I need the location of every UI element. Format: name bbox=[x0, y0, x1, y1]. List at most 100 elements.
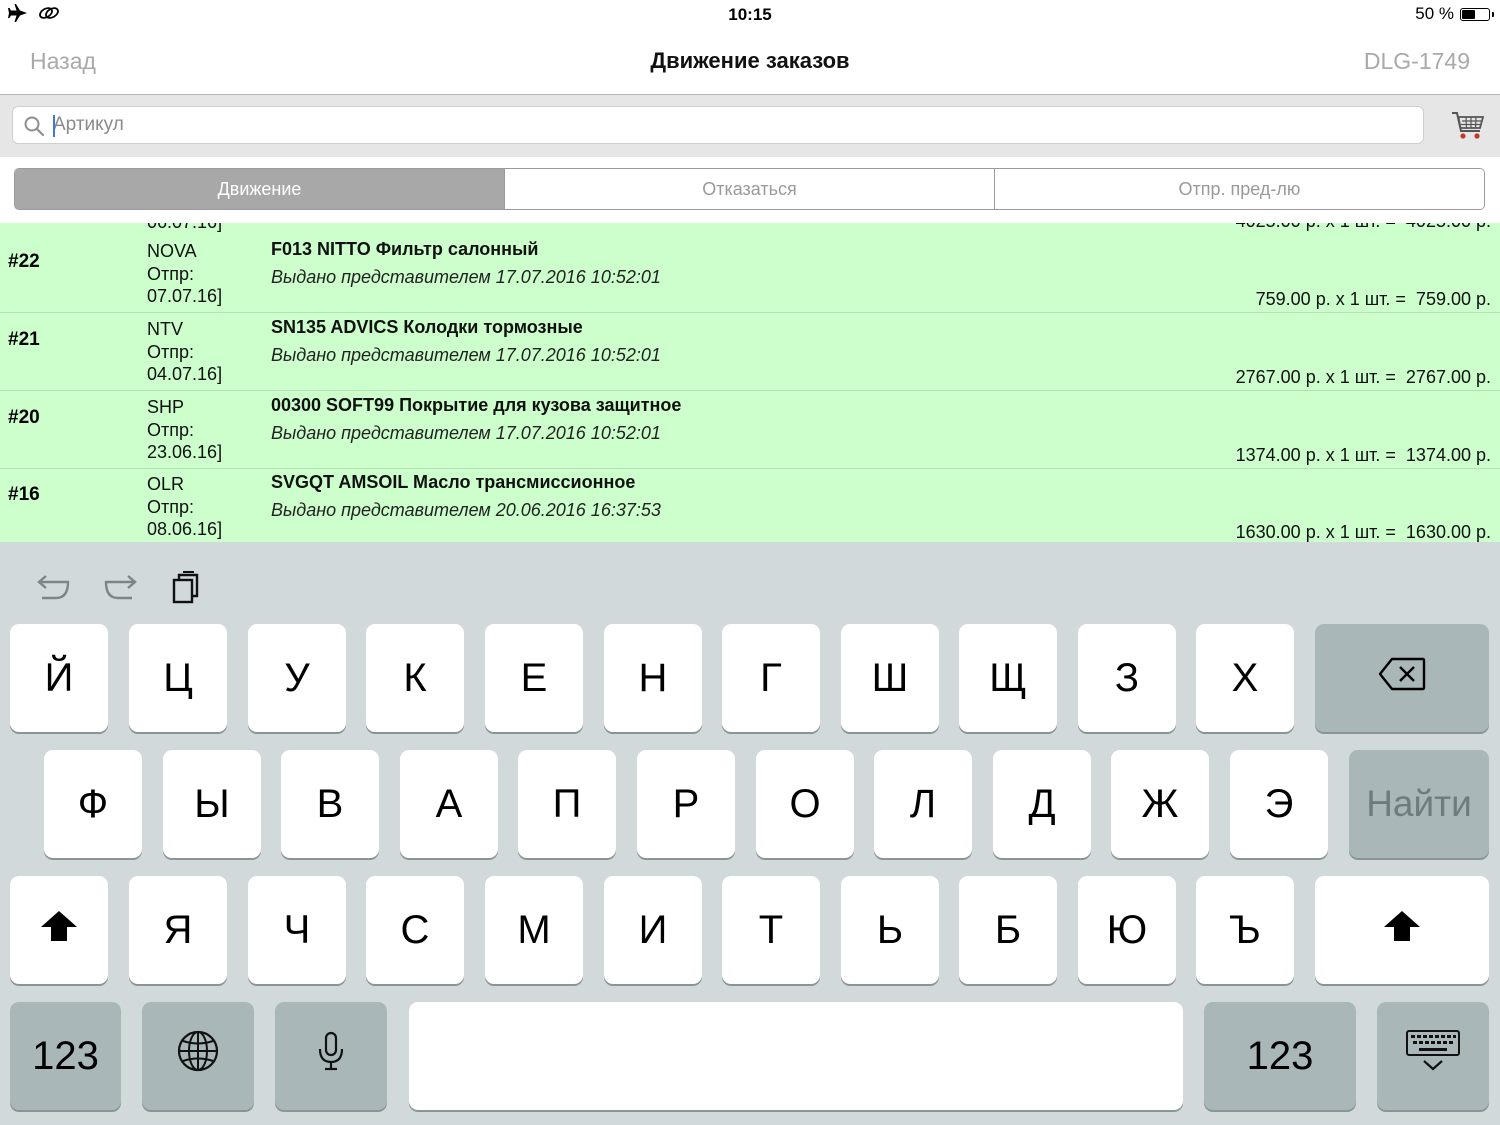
globe-key[interactable] bbox=[142, 1002, 254, 1110]
key-row2-4[interactable]: А bbox=[400, 750, 498, 858]
battery-text: 50 % bbox=[1415, 4, 1454, 23]
key-row3-4[interactable]: М bbox=[485, 876, 583, 984]
shift-left-key[interactable] bbox=[10, 876, 108, 984]
hide-keyboard-key[interactable] bbox=[1377, 1002, 1489, 1110]
order-title: 00300 SOFT99 Покрытие для кузова защитно… bbox=[271, 395, 682, 415]
order-title: SVGQT AMSOIL Масло трансмиссионное bbox=[271, 472, 636, 492]
dialog-code: DLG-1749 bbox=[1363, 48, 1470, 74]
key-row1-8[interactable]: Ш bbox=[841, 624, 939, 732]
key-row3-5[interactable]: И bbox=[604, 876, 702, 984]
key-row1-9[interactable]: Щ bbox=[959, 624, 1057, 732]
order-supplier: OLR bbox=[147, 474, 185, 494]
backspace-icon bbox=[1378, 656, 1426, 701]
order-shipped-label: Отпр: bbox=[147, 496, 195, 517]
order-meta: SHP Отпр: 23.06.16] bbox=[147, 396, 222, 464]
search-input[interactable] bbox=[53, 111, 1413, 139]
page-title: Движение заказов bbox=[650, 48, 850, 73]
key-row1-3[interactable]: У bbox=[248, 624, 346, 732]
key-row2-3[interactable]: В bbox=[281, 750, 379, 858]
key-row2-9[interactable]: Д bbox=[993, 750, 1091, 858]
order-supplier: NTV bbox=[147, 319, 183, 339]
key-row2-8[interactable]: Л bbox=[874, 750, 972, 858]
order-meta: OLR Отпр: 08.06.16] bbox=[147, 473, 222, 541]
orders-list[interactable]: 06.07.16] 4025.00 р. х 1 шт. = 4025.00 р… bbox=[0, 223, 1500, 542]
order-supplier: NOVA bbox=[147, 241, 197, 261]
segment-area: Движение Отказаться Отпр. пред-лю bbox=[0, 157, 1500, 223]
key-row2-1[interactable]: Ф bbox=[44, 750, 142, 858]
order-date: 08.06.16] bbox=[147, 519, 223, 539]
paste-icon[interactable] bbox=[168, 570, 208, 606]
order-row[interactable]: #20 SHP Отпр: 23.06.16] 00300 SOFT99 Пок… bbox=[0, 391, 1500, 469]
order-date: 06.07.16] bbox=[147, 223, 222, 234]
order-total: 4025.00 р. х 1 шт. = 4025.00 р. bbox=[1236, 223, 1491, 232]
status-bar: 10:15 50 % bbox=[0, 0, 1500, 30]
key-row3-1[interactable]: Я bbox=[129, 876, 227, 984]
navigation-bar: Назад Движение заказов DLG-1749 bbox=[0, 30, 1500, 95]
key-row2-11[interactable]: Э bbox=[1230, 750, 1328, 858]
order-number: #22 bbox=[8, 251, 40, 272]
search-area bbox=[0, 95, 1500, 157]
key-row1-2[interactable]: Ц bbox=[129, 624, 227, 732]
numbers-key-left[interactable]: 123 bbox=[10, 1002, 121, 1110]
segment-refuse[interactable]: Отказаться bbox=[505, 169, 995, 209]
order-status: Выдано представителем 17.07.2016 10:52:0… bbox=[271, 423, 661, 443]
order-date: 07.07.16] bbox=[147, 286, 223, 306]
microphone-key[interactable] bbox=[275, 1002, 387, 1110]
key-row3-2[interactable]: Ч bbox=[248, 876, 346, 984]
key-row1-11[interactable]: Х bbox=[1196, 624, 1294, 732]
space-key[interactable] bbox=[409, 1002, 1183, 1110]
shift-right-key[interactable] bbox=[1315, 876, 1489, 984]
key-row3-7[interactable]: Ь bbox=[841, 876, 939, 984]
hide-keyboard-icon bbox=[1405, 1029, 1461, 1083]
segment-send-to-representative[interactable]: Отпр. пред-лю bbox=[995, 169, 1484, 209]
key-row2-2[interactable]: Ы bbox=[163, 750, 261, 858]
key-row1-6[interactable]: Н bbox=[604, 624, 702, 732]
order-total: 1374.00 р. х 1 шт. = 1374.00 р. bbox=[1235, 445, 1491, 465]
order-date: 04.07.16] bbox=[147, 364, 223, 384]
order-row[interactable]: #16 OLR Отпр: 08.06.16] SVGQT AMSOIL Мас… bbox=[0, 468, 1500, 542]
key-row3-9[interactable]: Ю bbox=[1078, 876, 1176, 984]
order-total: 1630.00 р. х 1 шт. = 1630.00 р. bbox=[1235, 522, 1491, 542]
key-row1-7[interactable]: Г bbox=[722, 624, 820, 732]
order-status: Выдано представителем 17.07.2016 10:52:0… bbox=[271, 267, 661, 287]
order-number: #16 bbox=[8, 484, 40, 505]
partial-order-row[interactable]: 06.07.16] 4025.00 р. х 1 шт. = 4025.00 р… bbox=[0, 223, 1500, 235]
order-status: Выдано представителем 20.06.2016 16:37:5… bbox=[271, 500, 661, 520]
backspace-key[interactable] bbox=[1315, 624, 1489, 732]
key-row1-5[interactable]: Е bbox=[485, 624, 583, 732]
cart-icon[interactable] bbox=[1450, 107, 1486, 143]
order-row[interactable]: #22 NOVA Отпр: 07.07.16] F013 NITTO Филь… bbox=[0, 235, 1500, 313]
numbers-key-right[interactable]: 123 bbox=[1204, 1002, 1356, 1110]
key-row1-10[interactable]: З bbox=[1078, 624, 1176, 732]
order-supplier: SHP bbox=[147, 397, 185, 417]
key-row3-10[interactable]: Ъ bbox=[1196, 876, 1294, 984]
segmented-control: Движение Отказаться Отпр. пред-лю bbox=[14, 168, 1485, 210]
key-row3-6[interactable]: Т bbox=[722, 876, 820, 984]
shift-icon bbox=[39, 908, 79, 953]
segment-movement[interactable]: Движение bbox=[15, 169, 505, 209]
order-shipped-label: Отпр: bbox=[147, 419, 195, 440]
status-time: 10:15 bbox=[728, 5, 772, 24]
key-row2-5[interactable]: П bbox=[518, 750, 616, 858]
key-row1-4[interactable]: К bbox=[366, 624, 464, 732]
key-row2-7[interactable]: О bbox=[756, 750, 854, 858]
key-row1-1[interactable]: Й bbox=[10, 624, 108, 732]
key-row2-6[interactable]: Р bbox=[637, 750, 735, 858]
status-right: 50 % bbox=[1415, 4, 1494, 24]
redo-icon[interactable] bbox=[100, 570, 140, 606]
keyboard-toolbar bbox=[0, 542, 1500, 622]
order-shipped-label: Отпр: bbox=[147, 263, 195, 284]
undo-icon[interactable] bbox=[34, 570, 74, 606]
order-row[interactable]: #21 NTV Отпр: 04.07.16] SN135 ADVICS Кол… bbox=[0, 313, 1500, 391]
search-key[interactable]: Найти bbox=[1349, 750, 1489, 858]
order-number: #21 bbox=[8, 329, 40, 350]
key-row3-8[interactable]: Б bbox=[959, 876, 1057, 984]
back-button[interactable]: Назад bbox=[30, 48, 96, 75]
order-meta: NOVA Отпр: 07.07.16] bbox=[147, 240, 222, 308]
key-row3-3[interactable]: С bbox=[366, 876, 464, 984]
battery-icon bbox=[1460, 7, 1494, 21]
order-meta: NTV Отпр: 04.07.16] bbox=[147, 318, 222, 386]
battery-fill bbox=[1462, 9, 1475, 19]
key-row2-10[interactable]: Ж bbox=[1111, 750, 1209, 858]
search-box[interactable] bbox=[12, 106, 1424, 144]
